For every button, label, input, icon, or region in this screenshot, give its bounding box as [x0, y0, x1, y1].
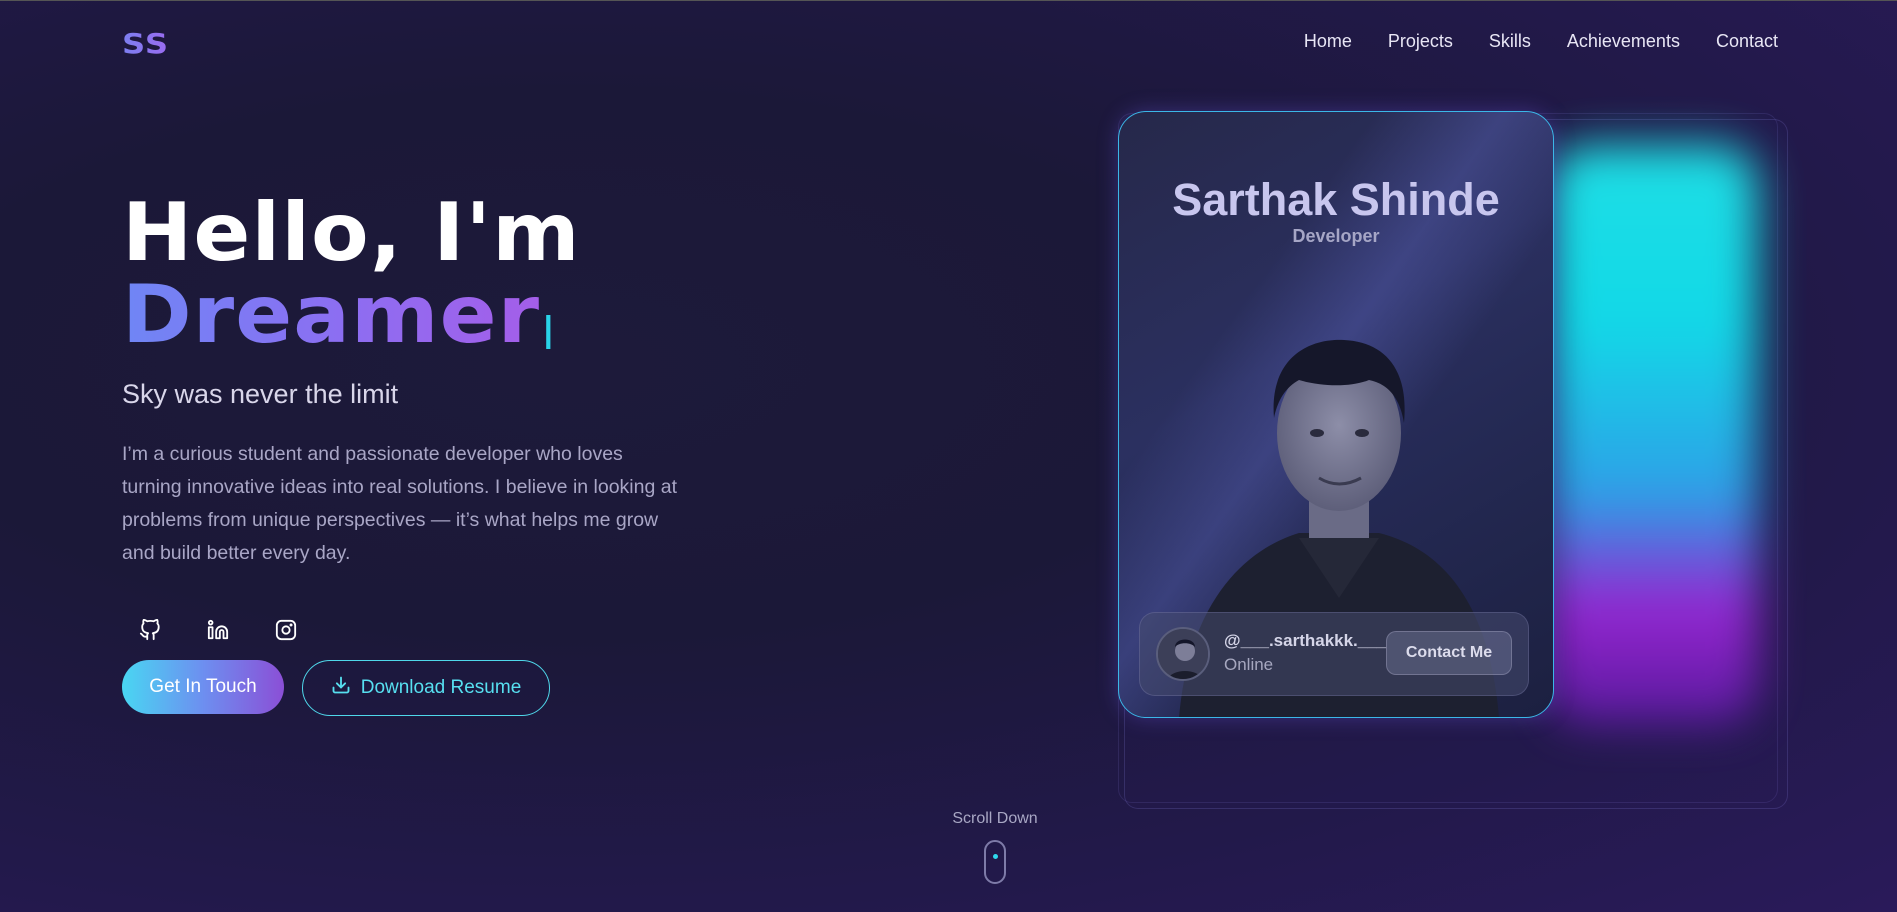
card-status: Online — [1224, 655, 1274, 674]
nav-link-home[interactable]: Home — [1304, 31, 1352, 52]
linkedin-icon[interactable] — [202, 614, 234, 646]
navbar: SS Home Projects Skills Achievements Con… — [0, 1, 1897, 85]
typing-cursor — [546, 315, 551, 349]
nav-link-achievements[interactable]: Achievements — [1567, 31, 1680, 52]
hero-tagline: Sky was never the limit — [122, 379, 399, 409]
github-icon[interactable] — [134, 614, 166, 646]
nav-link-contact[interactable]: Contact — [1716, 31, 1778, 52]
hero-buttons: Get In Touch Download Resume — [122, 660, 722, 716]
download-resume-label: Download Resume — [360, 677, 522, 698]
get-in-touch-button[interactable]: Get In Touch — [122, 660, 284, 714]
mouse-icon — [984, 840, 1006, 884]
hero-greeting: Hello, I'm — [122, 186, 581, 279]
download-icon — [331, 675, 351, 701]
card-handle: @___.sarthakkk.___ — [1224, 631, 1387, 650]
card-glow — [1548, 145, 1758, 725]
profile-card-container: Sarthak Shinde Developer @___.sarthakkk.… — [1112, 109, 1790, 809]
social-links — [122, 614, 722, 646]
instagram-icon[interactable] — [270, 614, 302, 646]
download-resume-button[interactable]: Download Resume — [302, 660, 550, 716]
profile-card[interactable]: Sarthak Shinde Developer @___.sarthakkk.… — [1118, 111, 1554, 718]
scroll-indicator[interactable]: Scroll Down — [948, 810, 1042, 884]
card-name: Sarthak Shinde — [1172, 174, 1500, 225]
hero-role: Dreamer — [122, 275, 752, 355]
logo[interactable]: SS — [122, 27, 169, 60]
avatar — [1156, 627, 1210, 681]
nav-links: Home Projects Skills Achievements Contac… — [1304, 31, 1778, 52]
mouse-wheel-dot — [993, 854, 998, 859]
hero-bio: I’m a curious student and passionate dev… — [122, 443, 678, 564]
card-role: Developer — [1292, 226, 1380, 246]
scroll-label: Scroll Down — [952, 810, 1038, 827]
hero-section: Hello, I'm Dreamer Sky was never the lim… — [122, 191, 722, 716]
hero-role-text: Dreamer — [122, 268, 541, 361]
nav-link-projects[interactable]: Projects — [1388, 31, 1453, 52]
nav-link-skills[interactable]: Skills — [1489, 31, 1531, 52]
contact-me-button[interactable]: Contact Me — [1386, 631, 1512, 675]
card-info-bar: @___.sarthakkk.___ Online Contact Me — [1139, 612, 1529, 696]
